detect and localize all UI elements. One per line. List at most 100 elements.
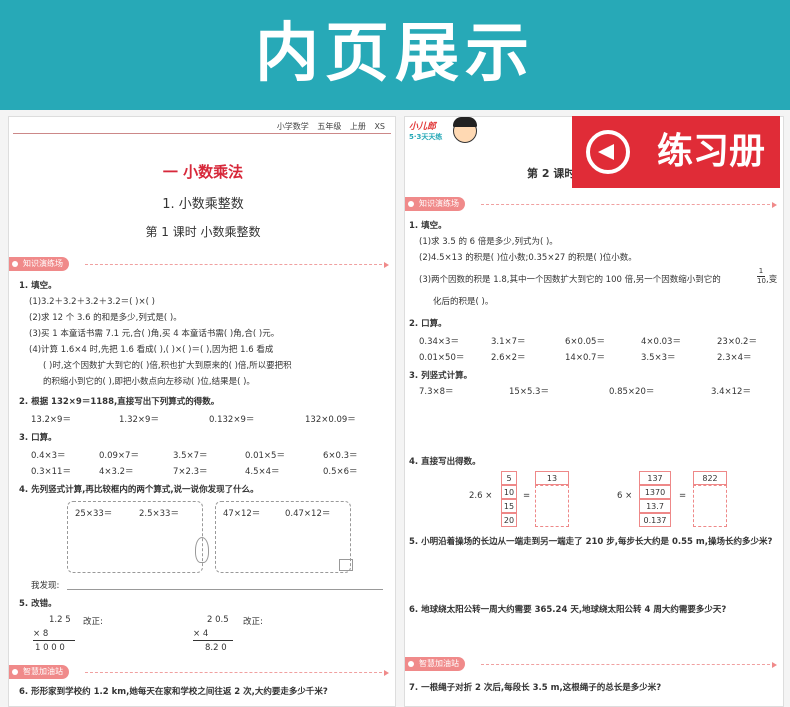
q2-item: 2.6×2＝ [491,353,526,363]
q1-line: 化后的积是( )。 [433,297,494,307]
section-tag-label: 知识演练场 [9,257,69,271]
q5-calc-a: 2 0.5 [207,615,229,625]
q4-expr: 47×12＝ [223,509,261,519]
lesson-title: 第 2 课时 [527,167,576,180]
q1-line: (2)求 12 个 3.6 的和是多少,列式是( )。 [29,313,182,323]
mascot-icon [453,117,477,143]
q2-item: 14×0.7＝ [565,353,605,363]
section-dashline [481,662,777,668]
banner: 内页展示 [0,0,790,110]
section-title: 1. 小数乘整数 [162,197,244,212]
q2-title: 2. 根据 132×9＝1188,直接写出下列算式的得数。 [19,397,220,407]
q2-item: 23×0.2＝ [717,337,757,347]
q4-multiplier: 6 × [617,491,633,501]
fraction-num: 1 [758,267,764,275]
section-tag-practice: 知识演练场 [9,257,393,271]
q4-cell: 1370 [639,485,671,499]
q1-line: 的积缩小到它的( ),即把小数点向左移动( )位,结果是( )。 [43,377,255,387]
q1-line: (1)3.2＋3.2＋3.2＋3.2＝( )×( ) [29,297,155,307]
q4-title: 4. 先列竖式计算,再比较框内的两个算式,说一说你发现了什么。 [19,485,259,495]
q2-item: 3.1×7＝ [491,337,526,347]
q3-item: 4×3.2＝ [99,467,134,477]
q5-calc-result: 8.2 0 [205,643,227,653]
q3-title: 3. 列竖式计算。 [409,371,473,381]
tree-icon [195,537,209,563]
q4-cell: 5 [501,471,517,485]
q2-item: 6×0.05＝ [565,337,605,347]
q1-line: (3)买 1 本童话书需 7.1 元,合( )角,买 4 本童话书需( )角,合… [29,329,280,339]
section-tag-boost: 智慧加油站 [405,657,781,671]
q2-item: 2.3×4＝ [717,353,752,363]
q4-answer-cell: 13 [535,471,569,485]
chapter-title: 一 小数乘法 [162,163,244,181]
q3-title: 3. 口算。 [19,433,57,443]
q4-equals: = [679,491,687,501]
q3-item: 0.09×7＝ [99,451,139,461]
q4-answer-cell: 822 [693,471,727,485]
q6-text: 6. 形形家到学校约 1.2 km,她每天在家和学校之间往返 2 次,大约要走多… [19,687,328,697]
q2-item: 1.32×9＝ [119,415,159,425]
workbook-label: 练习册 [656,131,765,172]
q5-calc-line [193,640,233,641]
q4-equals: = [523,491,531,501]
section-tag-label: 知识演练场 [405,197,465,211]
q5-text: 5. 小明沿着操场的长边从一端走到另一端走了 210 步,每步长大约是 0.55… [409,537,773,547]
q2-item: 0.132×9＝ [209,415,255,425]
logo-sub: 5·3天天练 [409,133,443,141]
section-dashline [85,262,389,268]
q4-title: 4. 直接写出得数。 [409,457,481,467]
left-page-header: 小学数学 五年级 上册 XS [276,122,385,131]
q4-expr: 25×33＝ [75,509,113,519]
q1-title: 1. 填空。 [409,221,447,231]
q5-fix-label: 改正: [83,617,103,627]
q3-item: 0.01×5＝ [245,451,285,461]
q4-cell: 20 [501,513,517,527]
q1-line: (2)4.5×13 的积是( )位小数;0.35×27 的积是( )位小数。 [419,253,637,263]
q1-line: (3)两个因数的积是 1.8,其中一个因数扩大到它的 100 倍,另一个因数缩小… [419,275,721,285]
back-arrow-icon [586,130,630,174]
q4-answer-blank [693,485,727,527]
house-icon [339,559,353,571]
q1-line: ( )时,这个因数扩大到它的( )倍,积也扩大到原来的( )倍,所以要把积 [43,361,292,371]
q5-calc-result: 1 0 0 0 [35,643,65,653]
q2-item: 4×0.03＝ [641,337,681,347]
q5-calc-line [33,640,75,641]
section-tag-practice: 知识演练场 [405,197,781,211]
q4-cell: 10 [501,485,517,499]
q1-line-end: ,变 [766,275,778,285]
q3-item: 0.4×3＝ [31,451,66,461]
q3-item: 0.5×6＝ [323,467,358,477]
q4-cell: 137 [639,471,671,485]
q2-item: 13.2×9＝ [31,415,71,425]
q2-item: 0.01×50＝ [419,353,465,363]
q2-title: 2. 口算。 [409,319,447,329]
q4-cell: 0.137 [639,513,671,527]
q2-item: 132×0.09＝ [305,415,356,425]
q4-multiplier: 2.6 × [469,491,493,501]
left-page: 小学数学 五年级 上册 XS 一 小数乘法 1. 小数乘整数 第 1 课时 小数… [8,116,396,707]
section-tag-label: 智慧加油站 [405,657,465,671]
q5-title: 5. 改错。 [19,599,57,609]
q7-text: 7. 一根绳子对折 2 次后,每段长 3.5 m,这根绳子的总长是多少米? [409,683,662,693]
answer-line [67,589,383,590]
q5-calc-b: × 8 [33,629,49,639]
q6-text: 6. 地球绕太阳公转一周大约需要 365.24 天,地球绕太阳公转 4 周大约需… [409,605,727,615]
q3-item: 3.4×12＝ [711,387,751,397]
q1-title: 1. 填空。 [19,281,57,291]
q4-found-label: 我发现: [31,581,60,591]
fraction: 1 10 [757,267,766,286]
q4-expr: 2.5×33＝ [139,509,179,519]
q5-calc-a: 1.2 5 [49,615,71,625]
q3-item: 4.5×4＝ [245,467,280,477]
q2-item: 0.34×3＝ [419,337,459,347]
right-page: 小儿郎 5·3天天练 第 2 课时 知识演练场 1. 填空。 (1)求 3.5 … [404,116,784,707]
workbook-badge: 练习册 [572,116,780,188]
q4-cell: 15 [501,499,517,513]
section-tag-label: 智慧加油站 [9,665,69,679]
q5-fix-label: 改正: [243,617,263,627]
q3-item: 15×5.3＝ [509,387,549,397]
banner-title: 内页展示 [255,17,535,91]
q4-answer-blank [535,485,569,527]
q4-cell: 13.7 [639,499,671,513]
section-dashline [481,202,777,208]
